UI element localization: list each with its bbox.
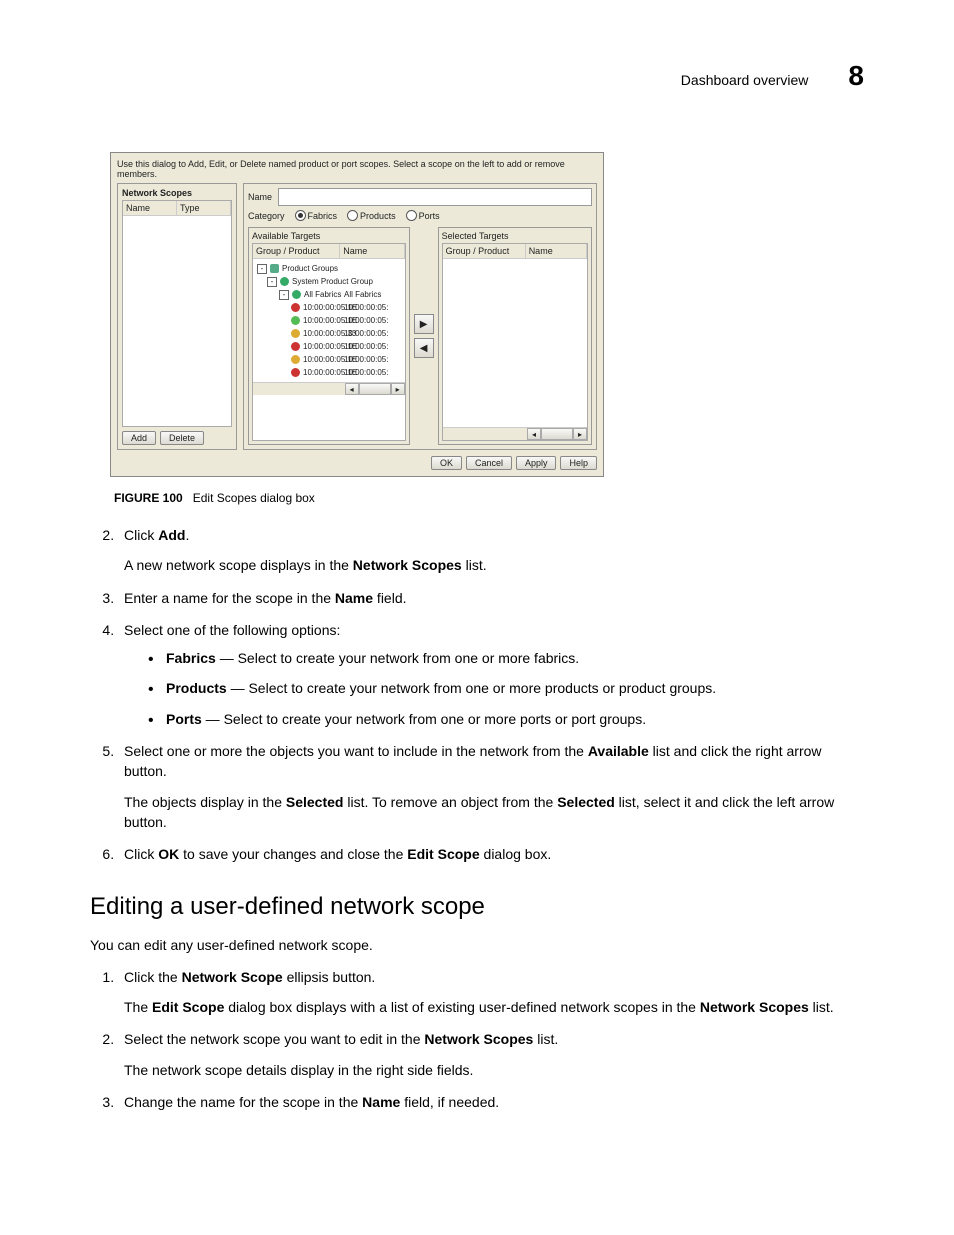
figure-text: Edit Scopes dialog box [193, 491, 315, 505]
globe-icon [292, 290, 301, 299]
col-name: Name [526, 244, 587, 258]
figure-caption: FIGURE 100 Edit Scopes dialog box [114, 491, 864, 505]
network-scopes-table[interactable]: Name Type [122, 200, 232, 427]
move-left-button[interactable]: ◀ [414, 338, 434, 358]
steps-list-2: Click the Network Scope ellipsis button.… [100, 967, 864, 1112]
step-3: Change the name for the scope in the Nam… [118, 1092, 864, 1112]
scroll-left-icon[interactable]: ◂ [345, 383, 359, 395]
available-grid[interactable]: Group / Product Name -Product Groups -Sy… [252, 243, 406, 441]
bullet-products: Products — Select to create your network… [148, 678, 864, 698]
radio-icon [295, 210, 306, 221]
dialog-intro: Use this dialog to Add, Edit, or Delete … [117, 159, 597, 179]
chapter-number: 8 [848, 60, 864, 92]
expand-icon[interactable]: - [279, 290, 289, 300]
status-icon [291, 329, 300, 338]
scope-details-panel: Name Category Fabrics Products Ports Ava… [243, 183, 597, 450]
category-label: Category [248, 211, 285, 221]
network-scopes-panel: Network Scopes Name Type Add Delete [117, 183, 237, 450]
help-button[interactable]: Help [560, 456, 597, 470]
step-2: Select the network scope you want to edi… [118, 1029, 864, 1080]
status-icon [291, 368, 300, 377]
cancel-button[interactable]: Cancel [466, 456, 512, 470]
step-4: Select one of the following options: Fab… [118, 620, 864, 729]
selected-targets-panel: Selected Targets Group / Product Name ◂ … [438, 227, 592, 445]
page-header: Dashboard overview 8 [90, 60, 864, 92]
section-title: Dashboard overview [681, 72, 809, 88]
col-group: Group / Product [253, 244, 340, 258]
radio-icon [406, 210, 417, 221]
status-icon [291, 355, 300, 364]
available-targets-panel: Available Targets Group / Product Name -… [248, 227, 410, 445]
col-type: Type [177, 201, 231, 215]
figure-label: FIGURE 100 [114, 491, 183, 505]
available-title: Available Targets [252, 231, 406, 241]
scroll-thumb[interactable] [541, 428, 573, 440]
status-icon [291, 303, 300, 312]
expand-icon[interactable]: - [267, 277, 277, 287]
delete-button[interactable]: Delete [160, 431, 204, 445]
col-name: Name [123, 201, 177, 215]
col-name: Name [340, 244, 404, 258]
section-intro: You can edit any user-defined network sc… [90, 935, 864, 955]
bullet-ports: Ports — Select to create your network fr… [148, 709, 864, 729]
status-icon [291, 316, 300, 325]
scrollbar[interactable]: ◂ ▸ [443, 427, 587, 440]
name-input[interactable] [278, 188, 592, 206]
radio-fabrics[interactable]: Fabrics [295, 210, 338, 221]
radio-ports[interactable]: Ports [406, 210, 440, 221]
add-button[interactable]: Add [122, 431, 156, 445]
name-label: Name [248, 192, 272, 202]
step-6: Click OK to save your changes and close … [118, 844, 864, 864]
globe-icon [280, 277, 289, 286]
radio-icon [347, 210, 358, 221]
network-scopes-title: Network Scopes [122, 188, 232, 198]
section-heading: Editing a user-defined network scope [90, 893, 864, 921]
selected-title: Selected Targets [442, 231, 588, 241]
scrollbar[interactable]: ◂ ▸ [253, 382, 405, 395]
radio-products[interactable]: Products [347, 210, 396, 221]
scroll-left-icon[interactable]: ◂ [527, 428, 541, 440]
col-group: Group / Product [443, 244, 526, 258]
step-5: Select one or more the objects you want … [118, 741, 864, 832]
edit-scopes-dialog: Use this dialog to Add, Edit, or Delete … [110, 152, 604, 477]
step-3: Enter a name for the scope in the Name f… [118, 588, 864, 608]
ok-button[interactable]: OK [431, 456, 462, 470]
tree: -Product Groups -System Product Group -A… [253, 259, 405, 382]
scroll-right-icon[interactable]: ▸ [391, 383, 405, 395]
folder-icon [270, 264, 279, 273]
scroll-thumb[interactable] [359, 383, 391, 395]
bullet-fabrics: Fabrics — Select to create your network … [148, 648, 864, 668]
expand-icon[interactable]: - [257, 264, 267, 274]
step-1: Click the Network Scope ellipsis button.… [118, 967, 864, 1018]
apply-button[interactable]: Apply [516, 456, 557, 470]
move-right-button[interactable]: ▶ [414, 314, 434, 334]
status-icon [291, 342, 300, 351]
steps-list-1: Click Add. A new network scope displays … [100, 525, 864, 865]
scroll-right-icon[interactable]: ▸ [573, 428, 587, 440]
step-2: Click Add. A new network scope displays … [118, 525, 864, 576]
selected-grid[interactable]: Group / Product Name ◂ ▸ [442, 243, 588, 441]
